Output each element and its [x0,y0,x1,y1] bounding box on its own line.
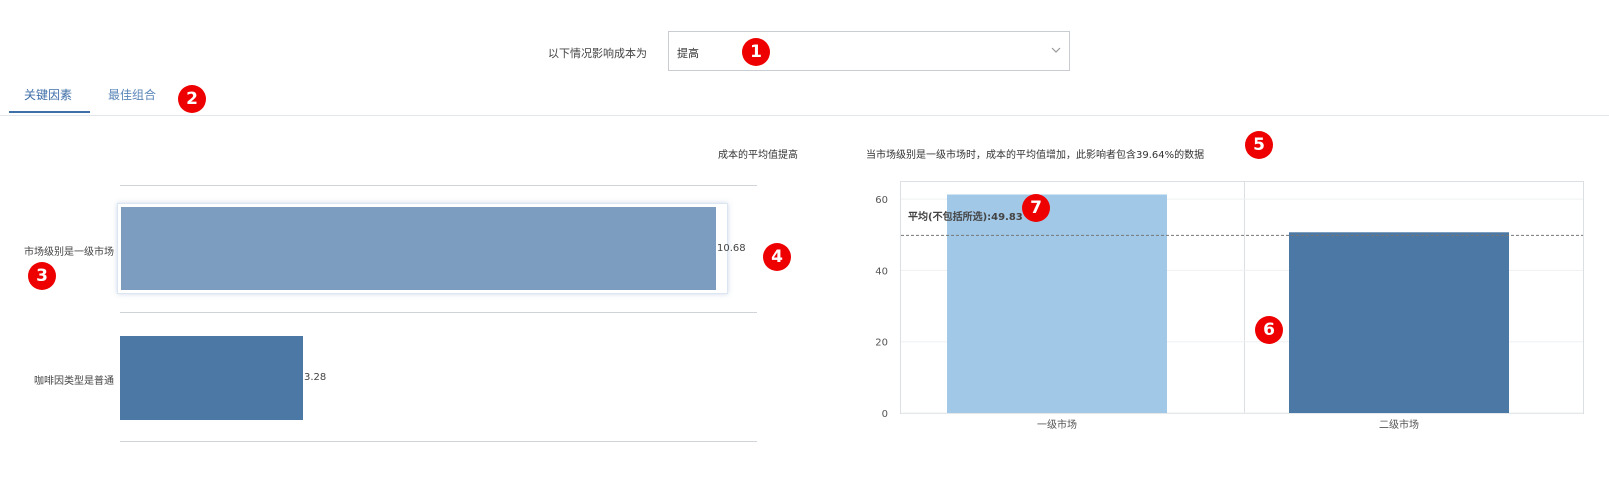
factor-label[interactable]: 市场级别是一级市场 [2,243,114,258]
row-divider [120,185,757,186]
right-chart-title: 当市场级别是一级市场时，成本的平均值增加，此影响者包含39.64%的数据 [866,150,1205,161]
marker-badge: 7 [1022,194,1050,222]
marker-badge: 2 [178,85,206,113]
y-tick-label: 20 [875,338,888,349]
marker-badge: 5 [1245,131,1273,159]
y-tick-label: 60 [875,195,888,206]
detail-bar-tier1-market[interactable] [947,194,1167,413]
marker-badge: 6 [1255,316,1283,344]
left-chart-title: 成本的平均值提高 [718,150,798,161]
factor-value-label: 10.68 [717,243,746,254]
impact-direction-select[interactable]: 提高 [668,31,1070,71]
bar-factor-caffeine-type[interactable] [120,336,303,420]
y-tick-label: 40 [875,266,888,277]
row-divider [120,312,757,313]
factor-value-label: 3.28 [304,372,327,383]
active-tab-indicator [9,111,90,113]
average-line-label: 平均(不包括所选):49.83 [908,212,1023,223]
tab-key-factors[interactable]: 关键因素 [24,86,72,103]
row-divider [120,441,757,442]
select-value: 提高 [677,47,699,60]
marker-badge: 3 [28,262,56,290]
factor-label[interactable]: 咖啡因类型是普通 [2,372,114,387]
chevron-down-icon[interactable] [1049,43,1063,57]
bar-factor-market-level[interactable] [121,207,716,290]
x-category-label: 二级市场 [1379,418,1419,431]
detail-bar-tier2-market[interactable] [1289,232,1509,413]
filter-label: 以下情况影响成本为 [548,47,647,60]
marker-badge: 4 [763,243,791,271]
x-category-label: 一级市场 [1037,418,1077,431]
tabs-divider [0,115,1609,116]
marker-badge: 1 [742,38,770,66]
y-tick-label: 0 [882,409,888,420]
tab-best-combination[interactable]: 最佳组合 [108,86,156,103]
